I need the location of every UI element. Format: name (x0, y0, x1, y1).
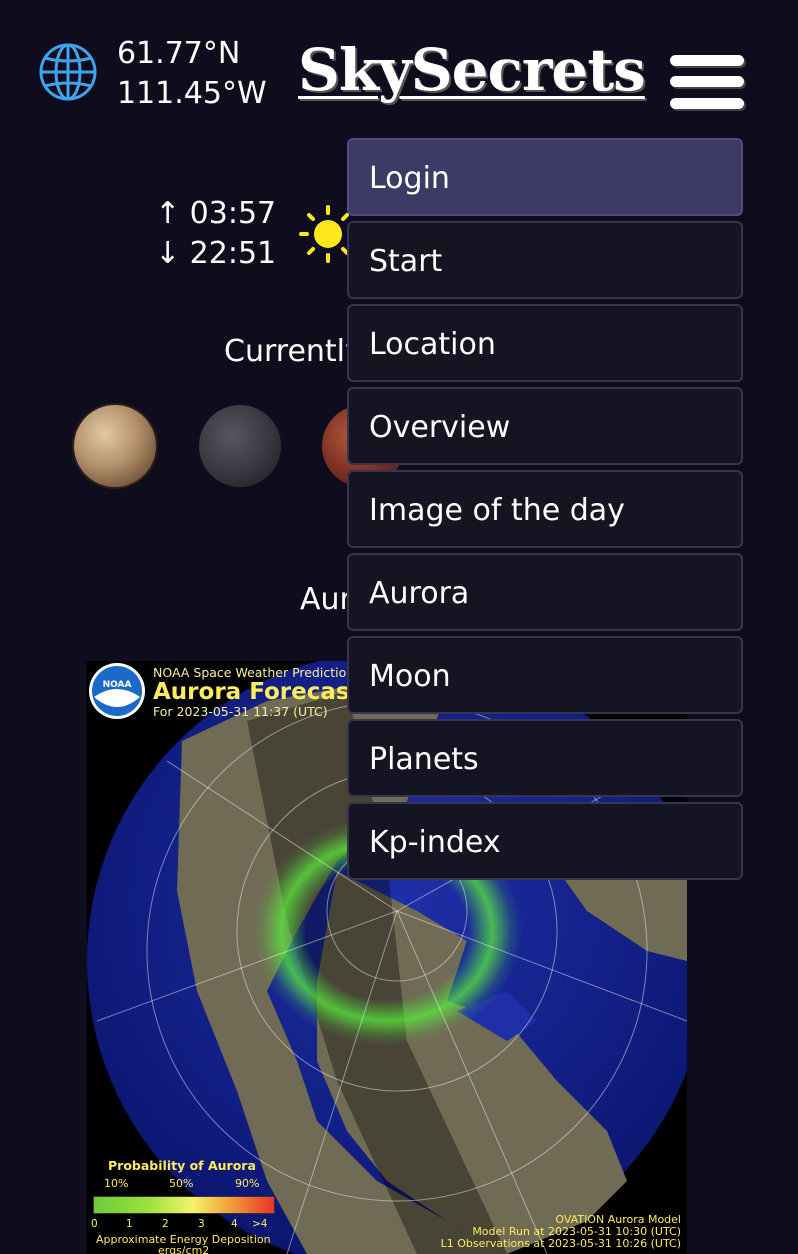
scale-label: 3 (198, 1218, 205, 1230)
map-title: Aurora Forecas (153, 679, 350, 705)
scale-label: 1 (126, 1218, 133, 1230)
scale-label: 4 (231, 1218, 238, 1230)
map-forecast-time: For 2023-05-31 11:37 (UTC) (153, 704, 328, 719)
sunset-time: ↓ 22:51 (155, 236, 277, 271)
menu-item-kp-index[interactable]: Kp-index (347, 802, 743, 880)
menu-item-aurora[interactable]: Aurora (347, 553, 743, 631)
sun-times: ↑ 03:57 ↓ 22:51 (155, 194, 276, 274)
energy-unit: ergs/cm2 (158, 1244, 210, 1254)
probability-title: Probability of Aurora (108, 1158, 256, 1173)
menu-item-moon[interactable]: Moon (347, 636, 743, 714)
menu-item-start[interactable]: Start (347, 221, 743, 299)
menu-item-login[interactable]: Login (347, 138, 743, 216)
site-logo[interactable]: SkySecrets (298, 36, 646, 104)
probability-label-50: 50% (169, 1177, 194, 1190)
probability-label-10: 10% (104, 1177, 129, 1190)
noaa-logo-text: NOAA (103, 680, 132, 690)
globe-icon[interactable] (38, 42, 98, 102)
planets-heading: Currently (224, 334, 363, 369)
scale-label: 2 (162, 1218, 169, 1230)
sunrise-time: ↑ 03:57 (155, 196, 277, 231)
probability-color-scale (93, 1196, 275, 1214)
probability-label-90: 90% (235, 1177, 260, 1190)
scale-label: >4 (252, 1218, 268, 1230)
map-source: NOAA Space Weather Predictio (153, 665, 347, 680)
longitude: 111.45°W (117, 76, 267, 111)
model-info: OVATION Aurora Model Model Run at 2023-0… (441, 1214, 681, 1250)
scale-label: 0 (91, 1218, 98, 1230)
observations-time: L1 Observations at 2023-05-31 10:26 (UTC… (440, 1237, 681, 1250)
menu-item-image-of-the-day[interactable]: Image of the day (347, 470, 743, 548)
menu-item-overview[interactable]: Overview (347, 387, 743, 465)
planet-mercury-image[interactable] (74, 405, 156, 487)
aurora-heading: Aur (300, 582, 352, 617)
latitude: 61.77°N (117, 36, 241, 71)
menu-item-location[interactable]: Location (347, 304, 743, 382)
planet-image[interactable] (199, 405, 281, 487)
hamburger-menu-icon[interactable] (670, 55, 744, 111)
menu-item-planets[interactable]: Planets (347, 719, 743, 797)
location-coordinates: 61.77°N 111.45°W (117, 34, 267, 114)
